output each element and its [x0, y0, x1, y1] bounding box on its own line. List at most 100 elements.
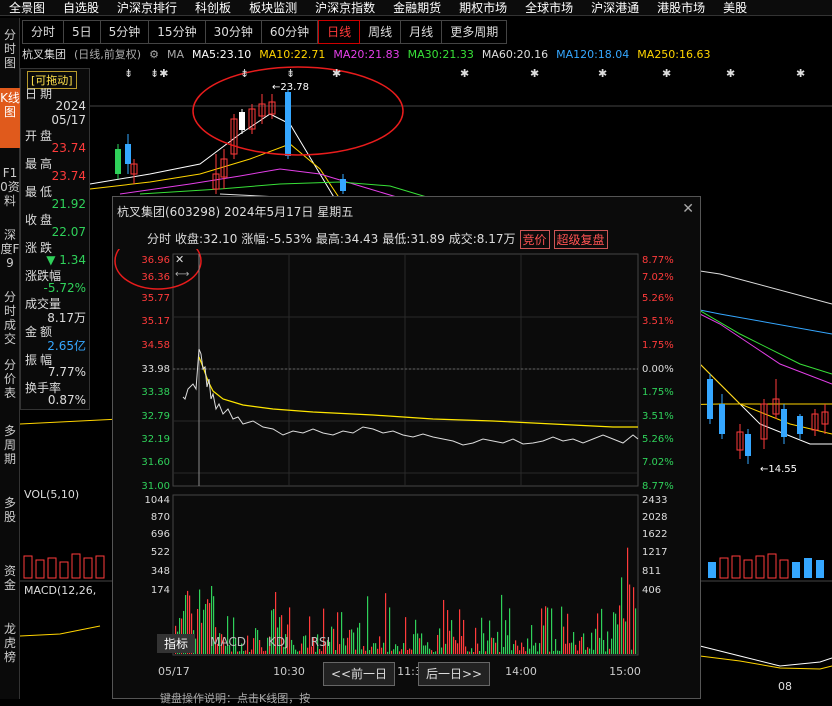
stock-mode: (日线,前复权) — [74, 48, 142, 61]
tab-5day[interactable]: 5日 — [64, 20, 101, 44]
prev-day-button[interactable]: <<前一日 — [323, 662, 395, 686]
tab-indicator[interactable]: 指标 — [157, 634, 196, 653]
svg-text:1.75%: 1.75% — [642, 340, 674, 351]
volume-bar — [461, 636, 463, 654]
sidebar-item-multistock[interactable]: 多股 — [0, 496, 20, 524]
svg-text:7.02%: 7.02% — [642, 272, 674, 283]
volume-bar — [613, 612, 615, 654]
keyboard-hint: 键盘操作说明：点击K线图，按 — [160, 692, 311, 705]
sidebar-item-f10[interactable]: F10资料 — [0, 166, 20, 208]
volume-bar — [443, 599, 445, 654]
menu-item[interactable]: 科创板 — [186, 0, 240, 15]
volume-bar — [349, 629, 351, 654]
volume-bar — [469, 651, 471, 654]
auction-button[interactable]: 竞价 — [519, 230, 550, 249]
svg-text:34.58: 34.58 — [141, 340, 170, 351]
volume-bar — [635, 608, 637, 654]
sidebar-item-multiperiod[interactable]: 多周期 — [0, 424, 20, 466]
menu-panorama[interactable]: 全景图 — [0, 0, 54, 15]
svg-text:8.77%: 8.77% — [642, 481, 674, 492]
menu-item[interactable]: 美股 — [714, 0, 756, 15]
svg-text:174: 174 — [151, 585, 170, 596]
sidebar-item-kline[interactable]: K线图 — [0, 88, 20, 148]
svg-text:32.19: 32.19 — [141, 434, 170, 445]
intraday-popup[interactable]: 杭叉集团(603298) 2024年5月17日 星期五 ✕ 分时 收盘:32.1… — [112, 196, 701, 699]
svg-text:✱: ✱ — [662, 67, 671, 80]
pct-value: -5.72% — [43, 281, 86, 295]
volume-bar — [361, 649, 363, 654]
volume-bar — [491, 637, 493, 654]
price-line — [182, 348, 639, 446]
high-value: 23.74 — [51, 169, 86, 183]
volume-bar — [367, 596, 369, 654]
volume-bar — [445, 643, 447, 654]
volume-bar — [547, 607, 549, 654]
sidebar-item-dragon[interactable]: 龙虎榜 — [0, 622, 20, 664]
info-panel[interactable]: [可拖动] 日期 2024 05/17 开盘 23.74 最高 23.74 最低… — [20, 68, 90, 410]
tab-macd[interactable]: MACD — [203, 634, 253, 653]
price-tick-labels: 36.96 36.36 35.77 35.17 34.58 33.98 33.3… — [141, 255, 170, 492]
svg-text:35.17: 35.17 — [141, 316, 170, 327]
volume-bar — [501, 594, 503, 654]
volume-bar — [471, 648, 473, 654]
tab-5min[interactable]: 5分钟 — [100, 20, 150, 44]
tab-60min[interactable]: 60分钟 — [261, 20, 319, 44]
svg-text:5.26%: 5.26% — [642, 293, 674, 304]
tab-30min[interactable]: 30分钟 — [205, 20, 262, 44]
tab-timeshare[interactable]: 分时 — [22, 20, 65, 44]
popup-high: 最高:34.43 — [315, 232, 379, 246]
volume-bar — [577, 650, 579, 654]
volume-bar — [393, 649, 395, 654]
period-tabs: 分时 5日 5分钟 15分钟 30分钟 60分钟 日线 周线 月线 更多周期 — [22, 20, 508, 44]
intraday-chart[interactable]: 36.96 36.36 35.77 35.17 34.58 33.98 33.3… — [113, 249, 702, 689]
volume-bar — [525, 651, 527, 654]
next-day-button[interactable]: 后一日>> — [418, 662, 490, 686]
menu-item[interactable]: 沪深京指数 — [306, 0, 384, 15]
volume-bar — [605, 651, 607, 654]
expand-arrows-icon[interactable]: ⟷ — [175, 269, 189, 280]
volume-bar — [487, 640, 489, 654]
sidebar-item-timeshare[interactable]: 分时图 — [0, 28, 20, 70]
volume-bar — [537, 651, 539, 654]
volume-bar — [517, 645, 519, 654]
tab-more-periods[interactable]: 更多周期 — [442, 20, 508, 44]
volume-bar — [571, 642, 573, 654]
open-value: 23.74 — [51, 141, 86, 155]
volume-bar — [379, 636, 381, 654]
svg-text:1217: 1217 — [642, 547, 667, 558]
tab-weekly[interactable]: 周线 — [360, 20, 402, 44]
volume-bar — [499, 651, 501, 654]
menu-item[interactable]: 沪深港通 — [582, 0, 648, 15]
volume-bar — [515, 640, 517, 654]
menu-item[interactable]: 自选股 — [54, 0, 108, 15]
menu-item[interactable]: 全球市场 — [516, 0, 582, 15]
volume-bar — [427, 642, 429, 654]
sidebar-item-pricetable[interactable]: 分价表 — [0, 358, 20, 400]
volume-bar — [629, 584, 631, 654]
tab-monthly[interactable]: 月线 — [401, 20, 443, 44]
menu-item[interactable]: 期权市场 — [450, 0, 516, 15]
volume-bar — [513, 644, 515, 654]
menu-item[interactable]: 港股市场 — [648, 0, 714, 15]
date-year: 2024 — [55, 99, 86, 113]
tab-15min[interactable]: 15分钟 — [149, 20, 206, 44]
volume-bar — [403, 643, 405, 654]
super-review-button[interactable]: 超级复盘 — [553, 230, 608, 249]
sidebar-item-funds[interactable]: 资金 — [0, 564, 20, 592]
settings-gear-icon[interactable]: ⚙ — [149, 48, 159, 61]
volume-bar — [609, 648, 611, 654]
sidebar-item-trades[interactable]: 分时成交 — [0, 290, 20, 346]
sidebar-item-f9[interactable]: 深度F9 — [0, 228, 20, 270]
menu-item[interactable]: 沪深京排行 — [108, 0, 186, 15]
tab-kdj[interactable]: KDJ — [261, 634, 296, 653]
menu-item[interactable]: 板块监测 — [240, 0, 306, 15]
close-x-icon[interactable]: ✕ — [175, 253, 184, 266]
close-icon[interactable]: ✕ — [682, 201, 694, 217]
volume-bar — [363, 646, 365, 654]
tab-rsi[interactable]: RSI — [304, 634, 338, 653]
tab-daily[interactable]: 日线 — [318, 20, 361, 44]
volume-bar — [475, 627, 477, 654]
menu-item[interactable]: 金融期货 — [384, 0, 450, 15]
volume-bar — [521, 642, 523, 654]
low-label: 最低 — [25, 185, 56, 199]
